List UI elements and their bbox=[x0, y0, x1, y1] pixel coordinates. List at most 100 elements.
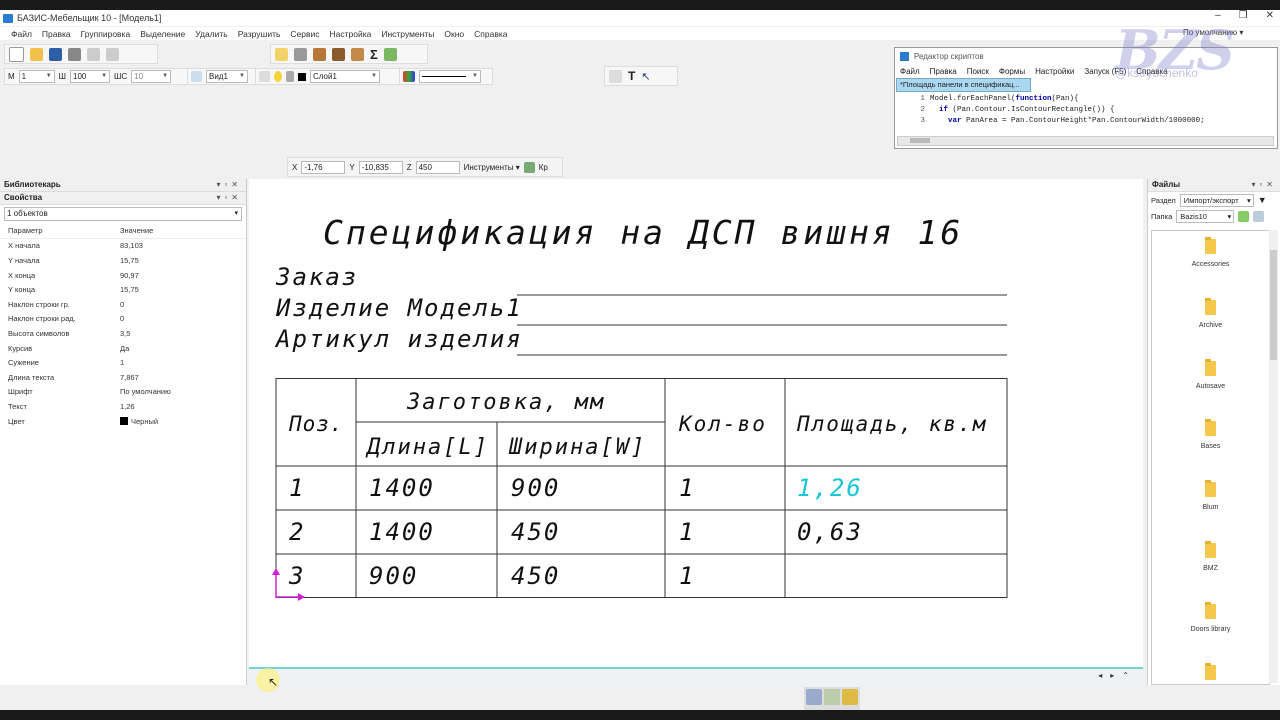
menu-tools[interactable]: Инструменты bbox=[381, 29, 434, 39]
property-row[interactable]: Y начала 15,75 bbox=[0, 253, 246, 268]
tools-dropdown[interactable]: Инструменты ▾ bbox=[464, 163, 520, 172]
text-tool-icon[interactable]: T bbox=[628, 69, 635, 83]
lightbulb-icon[interactable] bbox=[274, 71, 282, 82]
edit-icon[interactable] bbox=[806, 689, 822, 705]
y-coord-field[interactable]: -10,835 bbox=[358, 160, 403, 174]
horizontal-scrollbar[interactable]: ◂▸⌃ bbox=[249, 667, 1143, 687]
pointer-icon[interactable]: ↖ bbox=[641, 70, 650, 83]
materials-icon[interactable] bbox=[383, 47, 397, 61]
script-menu-settings[interactable]: Настройки bbox=[1035, 67, 1074, 76]
property-value-color[interactable]: Черный bbox=[120, 417, 158, 426]
property-row[interactable]: Курсив Да bbox=[0, 341, 246, 356]
property-row[interactable]: X конца 90,97 bbox=[0, 268, 246, 283]
layers-tool-icon[interactable] bbox=[842, 689, 858, 705]
property-value[interactable]: 1,26 bbox=[120, 402, 135, 411]
files-controls[interactable]: ▾▫✕ bbox=[1251, 179, 1277, 191]
open-folder-icon[interactable] bbox=[30, 47, 43, 61]
x-coord-field[interactable]: -1,76 bbox=[301, 160, 346, 174]
property-value[interactable]: 1 bbox=[120, 358, 124, 367]
z-coord-field[interactable]: 450 bbox=[415, 160, 460, 174]
property-row[interactable]: Текст 1,26 bbox=[0, 399, 246, 414]
folder-item[interactable]: Blum bbox=[1152, 474, 1269, 535]
shs-field[interactable]: 10 ▼ bbox=[131, 70, 172, 83]
script-menu-search[interactable]: Поиск bbox=[967, 67, 989, 76]
frame-icon[interactable] bbox=[609, 69, 622, 83]
menu-settings[interactable]: Настройка bbox=[330, 29, 372, 39]
redo-icon[interactable] bbox=[106, 47, 119, 61]
save-icon[interactable] bbox=[49, 47, 62, 61]
undo-icon[interactable] bbox=[87, 47, 100, 61]
panel-icon[interactable] bbox=[313, 47, 326, 61]
script-menu-forms[interactable]: Формы bbox=[999, 67, 1025, 76]
property-value[interactable]: Да bbox=[120, 344, 129, 353]
folder-item[interactable]: BMZ bbox=[1152, 535, 1269, 596]
property-value[interactable]: 15,75 bbox=[120, 285, 139, 294]
properties-controls[interactable]: ▾▫✕ bbox=[216, 192, 242, 204]
line-style-field[interactable]: ▼ bbox=[419, 70, 481, 83]
property-row-color[interactable]: Цвет Черный bbox=[0, 414, 246, 429]
grid-icon[interactable] bbox=[824, 689, 840, 705]
script-menu-edit[interactable]: Правка bbox=[930, 67, 957, 76]
property-row[interactable]: X начала 83,103 bbox=[0, 239, 246, 254]
lock-icon[interactable] bbox=[286, 71, 294, 82]
scroll-arrows[interactable]: ◂▸⌃ bbox=[1098, 671, 1137, 680]
property-row[interactable]: Наклон строки рад. 0 bbox=[0, 312, 246, 327]
code-hscrollbar[interactable] bbox=[897, 136, 1274, 146]
menu-select[interactable]: Выделение bbox=[140, 29, 185, 39]
code-scroll-thumb[interactable] bbox=[910, 138, 930, 143]
view-field[interactable]: Вид1 ▼ bbox=[206, 70, 248, 83]
up-folder-icon[interactable] bbox=[1238, 210, 1250, 222]
folder-scroll-thumb[interactable] bbox=[1270, 250, 1277, 360]
folder-item[interactable]: Archive bbox=[1152, 292, 1269, 353]
property-value[interactable]: 0 bbox=[120, 300, 124, 309]
properties-header[interactable]: Свойства ▾▫✕ bbox=[0, 192, 246, 205]
palette-icon[interactable] bbox=[403, 71, 415, 82]
property-row[interactable]: Длина текста 7,867 bbox=[0, 370, 246, 385]
menu-edit[interactable]: Правка bbox=[42, 29, 71, 39]
librarian-header[interactable]: Библиотекарь ▾▫✕ bbox=[0, 179, 246, 192]
folder-tool-icon[interactable] bbox=[275, 47, 288, 61]
menu-window[interactable]: Окно bbox=[444, 29, 464, 39]
folder-item[interactable]: Autosave bbox=[1152, 353, 1269, 414]
property-value[interactable]: 15,75 bbox=[120, 256, 139, 265]
layers-icon[interactable] bbox=[259, 71, 270, 82]
script-tab[interactable]: *Площадь панели в спецификац... bbox=[896, 78, 1031, 92]
box-icon[interactable] bbox=[351, 47, 364, 61]
stamp-icon[interactable] bbox=[332, 47, 345, 61]
selection-dropdown[interactable]: 1 объектов ▾ bbox=[4, 207, 242, 221]
folder-item[interactable]: Bases bbox=[1152, 413, 1269, 474]
menu-explode[interactable]: Разрушить bbox=[238, 29, 281, 39]
section-dropdown[interactable]: Импорт/экспорт ▾ bbox=[1179, 193, 1254, 207]
folder-list-scrollbar[interactable] bbox=[1269, 230, 1278, 683]
sum-icon[interactable]: Σ bbox=[370, 47, 378, 62]
layer-color-swatch[interactable] bbox=[298, 72, 306, 81]
property-value[interactable]: 0 bbox=[120, 314, 124, 323]
layer-field[interactable]: Слой1 ▼ bbox=[310, 70, 380, 83]
menu-help[interactable]: Справка bbox=[474, 29, 507, 39]
property-value[interactable]: 7,867 bbox=[120, 373, 139, 382]
property-value[interactable]: 3,5 bbox=[120, 329, 130, 338]
property-row[interactable]: Y конца 15,75 bbox=[0, 282, 246, 297]
search-icon[interactable] bbox=[1253, 210, 1265, 222]
property-row[interactable]: Высота символов 3,5 bbox=[0, 326, 246, 341]
kr-icon[interactable] bbox=[523, 161, 535, 173]
menu-service[interactable]: Сервис bbox=[290, 29, 319, 39]
property-row[interactable]: Шрифт По умолчанию bbox=[0, 385, 246, 400]
sh-field[interactable]: 100 ▼ bbox=[70, 70, 111, 83]
property-row[interactable]: Наклон строки гр. 0 bbox=[0, 297, 246, 312]
filter-icon[interactable]: ▼ bbox=[1258, 195, 1267, 205]
property-row[interactable]: Сужение 1 bbox=[0, 355, 246, 370]
scissors-icon[interactable] bbox=[294, 47, 307, 61]
menu-delete[interactable]: Удалить bbox=[195, 29, 227, 39]
property-value[interactable]: 83,103 bbox=[120, 241, 143, 250]
new-file-icon[interactable] bbox=[9, 46, 24, 62]
drawing-canvas[interactable]: Спецификация на ДСП вишня 16 Заказ Издел… bbox=[249, 179, 1143, 667]
m-field[interactable]: 1 ▼ bbox=[18, 70, 55, 83]
property-value[interactable]: 90,97 bbox=[120, 271, 139, 280]
folder-dropdown[interactable]: Bazis10 ▾ bbox=[1176, 209, 1235, 223]
property-value[interactable]: По умолчанию bbox=[120, 387, 171, 396]
files-header[interactable]: Файлы ▾▫✕ bbox=[1148, 179, 1280, 192]
code-editor[interactable]: 1 Model.forEachPanel(function(Pan){2 if (… bbox=[895, 94, 1277, 127]
menu-file[interactable]: Файл bbox=[11, 29, 32, 39]
folder-item[interactable] bbox=[1152, 657, 1269, 718]
